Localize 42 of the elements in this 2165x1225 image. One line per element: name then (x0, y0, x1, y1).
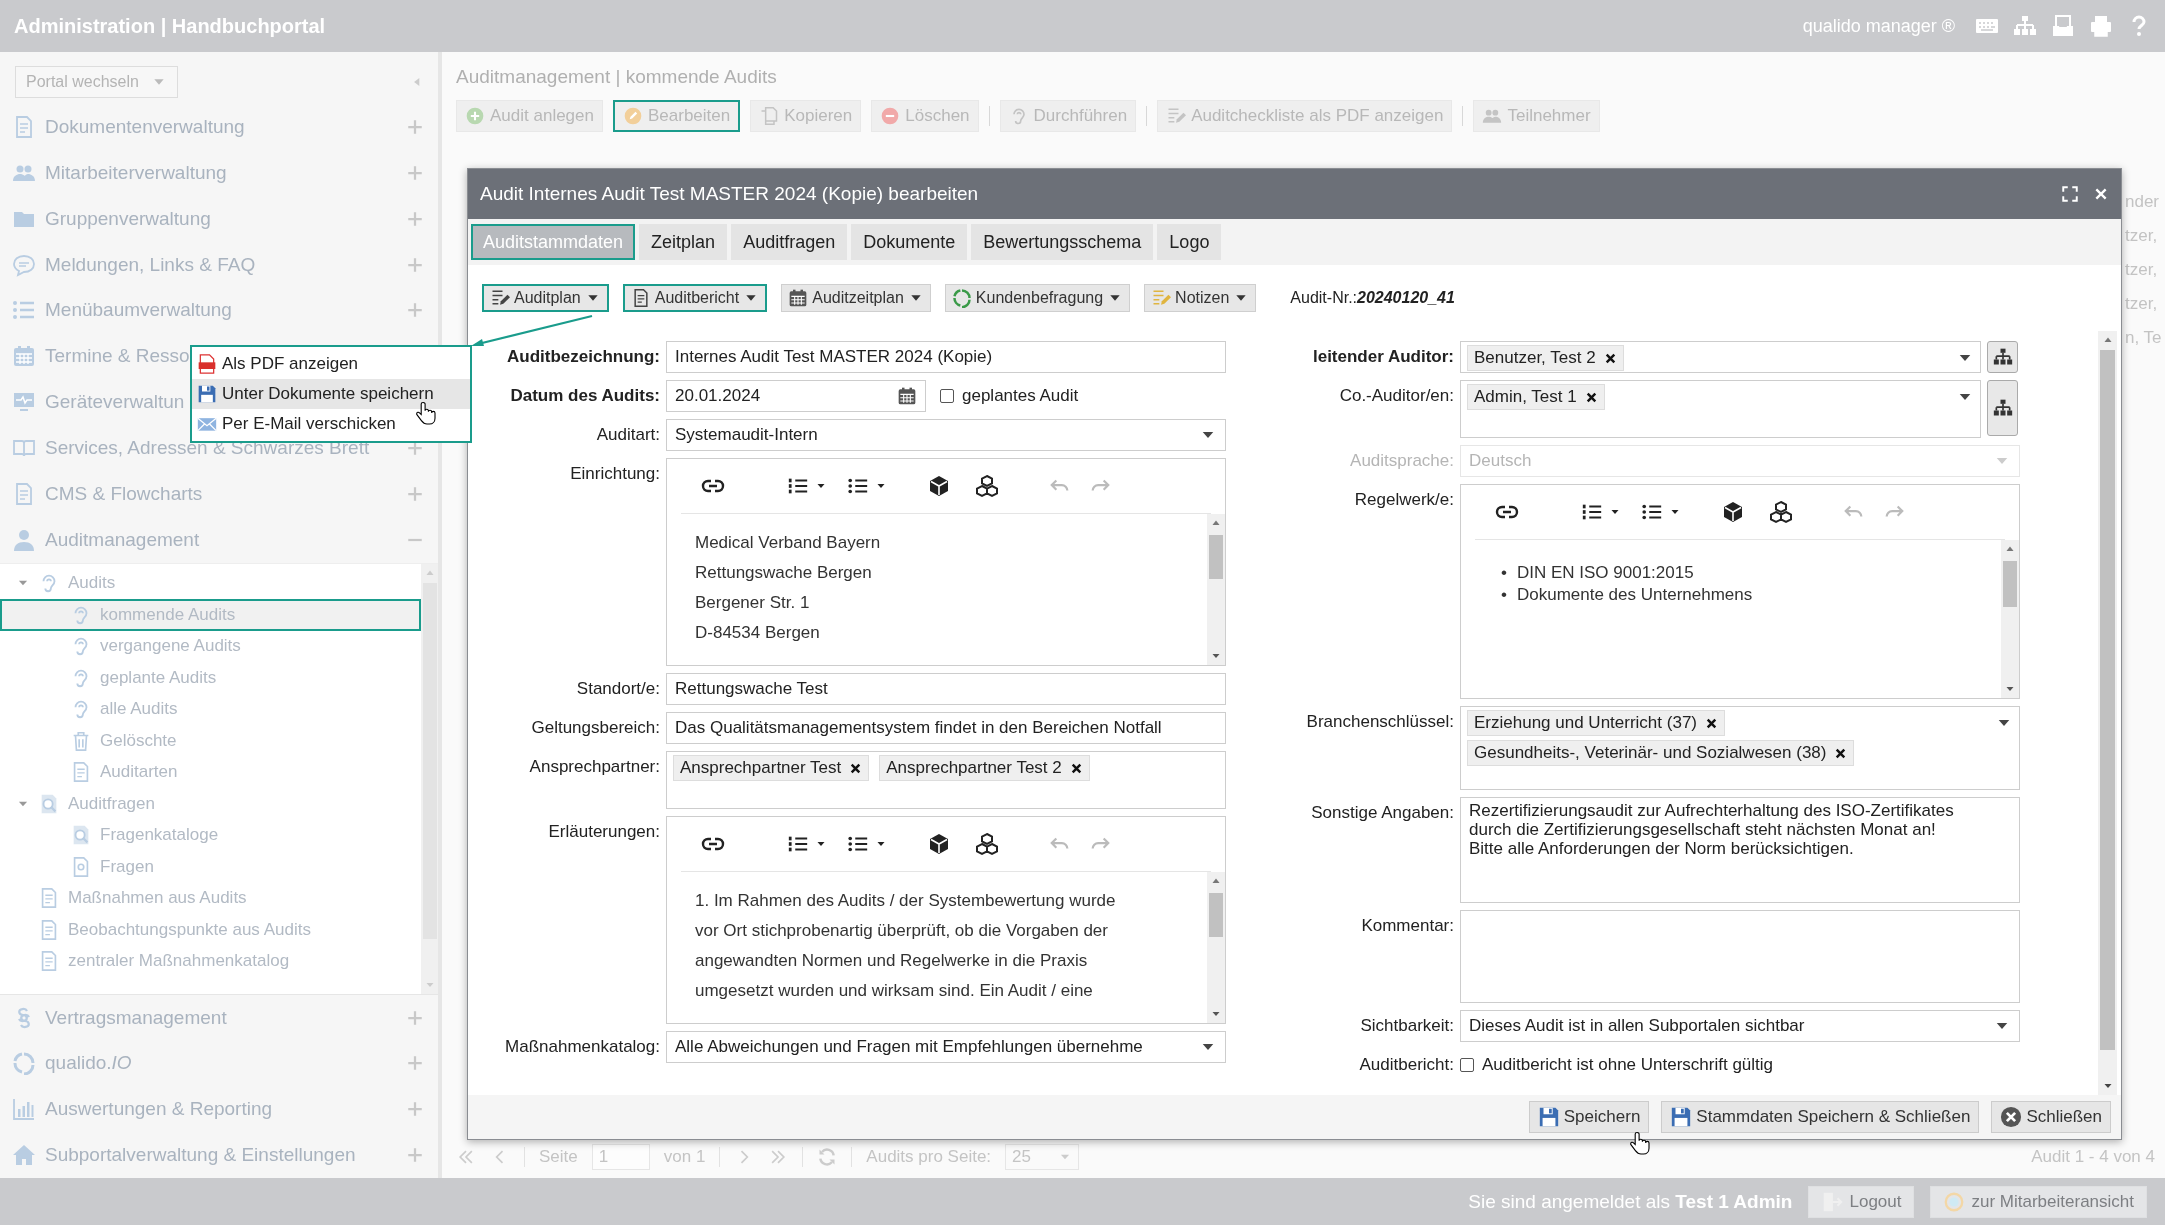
field-label: Maßnahmenkatalog: (504, 1036, 660, 1058)
text-line: D-84534 Bergen (695, 622, 821, 644)
breadcrumb: Auditmanagement | kommende Audits (456, 65, 778, 89)
text-line: angewandten Normen und Regelwerke in die Praxis (695, 950, 1089, 972)
field-label: Einrichtung: (569, 463, 660, 485)
field-label: Erläuterungen: (547, 821, 660, 843)
field-label: Datum des Audits: (509, 385, 660, 407)
checkbox-label: Auditbericht ist ohne Unterschrift gültig (1482, 1054, 1774, 1076)
field-label: Kommentar: (1360, 915, 1454, 937)
field-label: Ansprechpartner: (528, 756, 660, 778)
field-label: Standort/e: (575, 678, 660, 700)
field-label: Branchenschlüssel: (1305, 711, 1454, 733)
dialog-title: Audit Internes Audit Test MASTER 2024 (Kopie) bearbeiten (480, 183, 980, 205)
audit-number: 20240120_41 (1357, 289, 1455, 307)
text-line: 1. Im Rahmen des Audits / der Systembewertung wurde (695, 890, 1117, 912)
bullet: • (1501, 584, 1507, 606)
field-label: Co.-Auditor/en: (1338, 385, 1454, 407)
field-label: leitender Auditor: (1311, 346, 1454, 368)
text-line: Bergener Str. 1 (695, 592, 811, 614)
field-label: Regelwerk/e: (1353, 489, 1454, 511)
bullet: • (1501, 562, 1507, 584)
tag: Ansprechpartner Test 2 (879, 755, 1090, 781)
tag: Benutzer, Test 2 (1467, 345, 1624, 371)
list-item: DIN EN ISO 9001:2015 (1516, 562, 1694, 584)
field-label: Auditbezeichnung: (506, 346, 660, 368)
field-label: Sichtbarkeit: (1359, 1015, 1454, 1037)
field-label: Auditbericht: (1358, 1054, 1454, 1076)
text-line: vor Ort stichprobenartig überprüft, ob die Vorgaben der (695, 920, 1109, 942)
text-line: Rettungswache Bergen (695, 562, 873, 584)
tag: Admin, Test 1 (1467, 384, 1605, 410)
tag: Erziehung und Unterricht (37) (1467, 710, 1725, 736)
field-label: Sonstige Angaben: (1310, 802, 1454, 824)
field-label: Auditart: (595, 424, 660, 446)
text-line: umgesetzt wurden und wirksam sind. Ein Audit / eine (695, 980, 1094, 1002)
checkbox-label: geplantes Audit (962, 385, 1079, 407)
list-item: Dokumente des Unternehmens (1516, 584, 1753, 606)
field-label: Auditsprache: (1349, 450, 1454, 472)
tag: Gesundheits-, Veterinär- und Sozialwesen (38) (1467, 740, 1855, 766)
field-label: Geltungsbereich: (530, 717, 660, 739)
text-line: Medical Verband Bayern (695, 532, 882, 554)
tag: Ansprechpartner Test (673, 755, 870, 781)
audit-number-label: Audit-Nr.: (1290, 289, 1357, 307)
